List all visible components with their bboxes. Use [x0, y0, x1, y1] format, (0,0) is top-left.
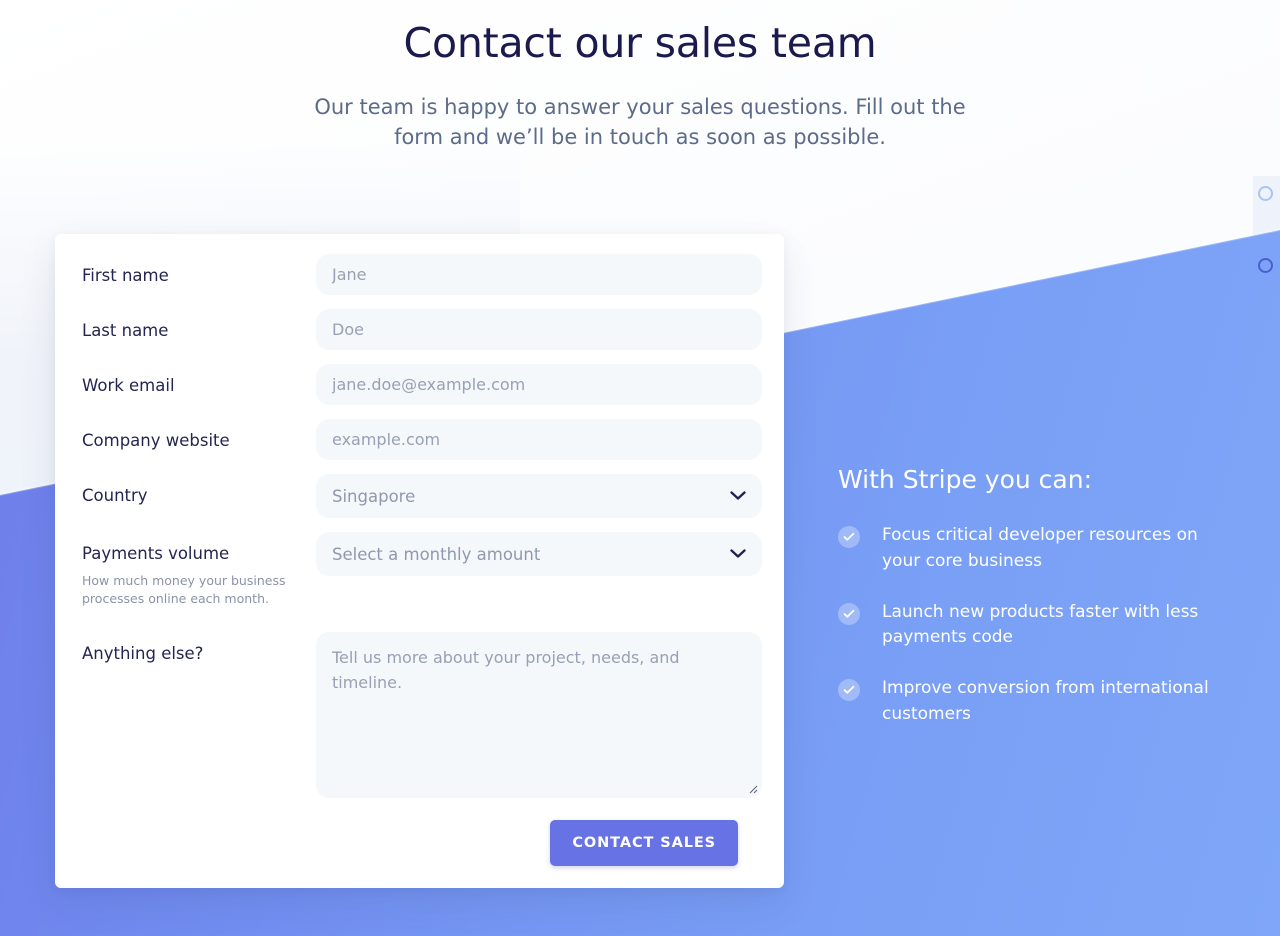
- field-control-col: [316, 364, 762, 405]
- field-row-work-email: Work email: [82, 364, 762, 405]
- label-work-email: Work email: [82, 376, 175, 395]
- label-anything-else: Anything else?: [82, 643, 204, 663]
- country-select[interactable]: Singapore: [316, 474, 762, 518]
- payments-volume-select[interactable]: Select a monthly amount: [316, 532, 762, 576]
- field-row-company-website: Company website: [82, 419, 762, 460]
- field-label-col: Work email: [82, 364, 316, 397]
- field-label-col: Country: [82, 474, 316, 507]
- field-row-anything-else: Anything else?: [82, 631, 762, 798]
- field-control-col: [316, 254, 762, 295]
- help-payments-volume: How much money your business processes o…: [82, 572, 286, 606]
- benefit-text: Launch new products faster with less pay…: [882, 601, 1199, 648]
- anything-else-textarea[interactable]: [316, 631, 762, 798]
- contact-form-card: First name Last name Work email: [55, 234, 784, 888]
- last-name-input[interactable]: [316, 309, 762, 350]
- contact-sales-button[interactable]: Contact sales: [550, 819, 738, 866]
- decorative-ring-icon-bottom: [1258, 258, 1273, 273]
- benefit-text: Improve conversion from international cu…: [882, 678, 1209, 725]
- benefit-text: Focus critical developer resources on yo…: [882, 525, 1198, 571]
- label-first-name: First name: [82, 266, 169, 285]
- field-row-first-name: First name: [82, 254, 762, 295]
- check-icon: [838, 602, 860, 625]
- label-last-name: Last name: [82, 321, 169, 340]
- page-title: Contact our sales team: [403, 19, 877, 67]
- label-payments-volume: Payments volume: [82, 544, 230, 563]
- field-row-country: Country Singapore: [82, 474, 762, 518]
- work-email-input[interactable]: [316, 364, 762, 405]
- field-label-col: Anything else?: [82, 632, 316, 665]
- country-select-wrap: Singapore: [316, 474, 762, 518]
- company-website-input[interactable]: [316, 419, 762, 460]
- payments-volume-select-wrap: Select a monthly amount: [316, 532, 762, 576]
- contact-form: First name Last name Work email: [55, 234, 784, 888]
- field-control-col: [316, 309, 762, 350]
- submit-row: Contact sales: [82, 819, 760, 866]
- field-label-col: Company website: [82, 419, 316, 452]
- field-control-col: Select a monthly amount: [316, 532, 762, 576]
- first-name-input[interactable]: [316, 254, 762, 295]
- label-country: Country: [82, 486, 148, 505]
- benefit-item: Focus critical developer resources on yo…: [838, 523, 1248, 575]
- label-company-website: Company website: [82, 431, 230, 450]
- field-control-col: Singapore: [316, 474, 762, 518]
- field-row-last-name: Last name: [82, 309, 762, 350]
- field-control-col: [316, 631, 762, 798]
- field-label-col: Last name: [82, 309, 316, 342]
- page-header: Contact our sales team Our team is happy…: [0, 0, 1280, 153]
- page-subtitle: Our team is happy to answer your sales q…: [314, 95, 966, 149]
- field-row-payments-volume: Payments volume How much money your busi…: [82, 532, 762, 608]
- check-icon: [838, 526, 860, 548]
- benefit-item: Launch new products faster with less pay…: [838, 600, 1248, 652]
- field-label-col: First name: [82, 254, 316, 287]
- field-label-col: Payments volume How much money your busi…: [82, 532, 316, 608]
- benefit-item: Improve conversion from international cu…: [838, 676, 1248, 728]
- benefits-panel: With Stripe you can: Focus critical deve…: [838, 465, 1248, 753]
- field-control-col: [316, 419, 762, 460]
- decorative-ring-icon-top: [1258, 186, 1273, 201]
- check-icon: [838, 679, 860, 702]
- anything-else-wrap: [316, 631, 762, 798]
- contact-sales-page: Contact our sales team Our team is happy…: [0, 0, 1280, 936]
- benefits-title: With Stripe you can:: [838, 465, 1093, 494]
